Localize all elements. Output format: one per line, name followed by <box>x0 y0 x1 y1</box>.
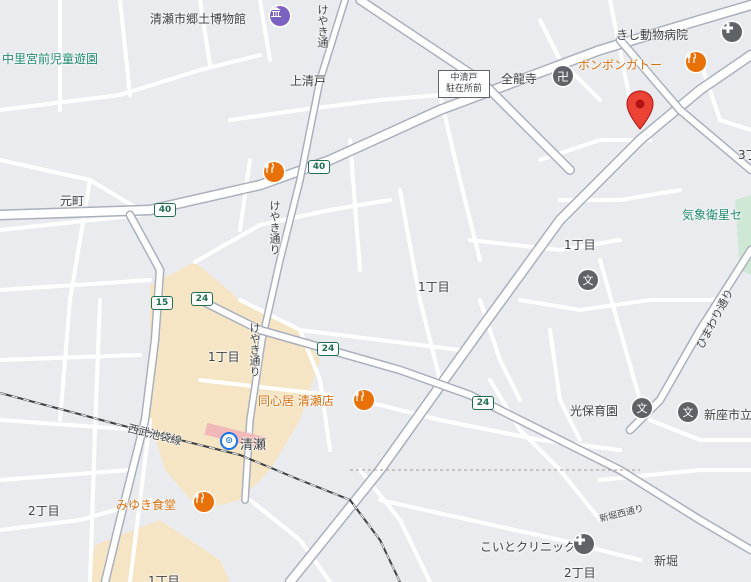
restaurant-label[interactable]: 同心居 清瀬店 <box>258 392 334 409</box>
road-shield-24: 24 <box>191 292 213 306</box>
manji-icon[interactable]: 卍 <box>553 66 573 86</box>
nursery-label[interactable]: 光保育園 <box>570 402 618 419</box>
area-label-shinbori: 新堀 <box>654 554 679 568</box>
road-label-keyaki: けやき通り <box>248 322 261 377</box>
bun-school-icon[interactable]: 文 <box>632 398 652 418</box>
medical-icon[interactable] <box>722 22 742 42</box>
park-label[interactable]: 中里宮前児童遊園 <box>2 50 98 67</box>
area-label-kamikiyoto: 上清戸 <box>290 74 327 88</box>
area-label-1chome: 1丁目 <box>148 574 180 582</box>
road-shield-40: 40 <box>308 160 330 174</box>
weather-center-label[interactable]: 気象衛星セ <box>682 206 742 223</box>
map-canvas[interactable]: 40 40 15 24 24 24 清瀬市郷土博物館 中里宮前児童遊園 上清戸 … <box>0 0 751 582</box>
museum-label[interactable]: 清瀬市郷土博物館 <box>150 10 246 27</box>
bun-school-icon[interactable]: 文 <box>678 402 698 422</box>
clinic-label[interactable]: こいとクリニック <box>480 538 576 555</box>
road-shield-24: 24 <box>317 342 339 356</box>
area-label-3chome: 3丁 <box>738 148 751 162</box>
road-label-keyaki: けやき通り <box>268 200 281 255</box>
museum-icon[interactable] <box>270 6 290 26</box>
road-label-keyaki: けやき通 <box>316 4 329 48</box>
police-box-label[interactable]: 中清戸 駐在所前 <box>438 70 490 98</box>
station-icon[interactable]: ⊙ <box>220 432 238 450</box>
fork-knife-icon[interactable] <box>354 390 374 410</box>
vet-label[interactable]: きし動物病院 <box>616 26 688 43</box>
area-label-1chome: 1丁目 <box>564 238 596 252</box>
area-label-1chome: 1丁目 <box>208 350 240 364</box>
cafe-label[interactable]: ボンボンガトー <box>578 56 662 73</box>
fork-knife-icon[interactable] <box>264 162 284 182</box>
road-shield-24: 24 <box>472 396 494 410</box>
road-shield-15: 15 <box>151 296 173 310</box>
school-label[interactable]: 新座市立 <box>704 406 751 423</box>
area-label-2chome: 2丁目 <box>28 504 60 518</box>
area-label-1chome: 1丁目 <box>418 280 450 294</box>
map-roads <box>0 0 751 582</box>
temple-label[interactable]: 全龍寺 <box>501 70 537 87</box>
station-label[interactable]: 清瀬 <box>240 434 266 453</box>
medical-icon[interactable] <box>574 534 594 554</box>
bun-school-icon[interactable]: 文 <box>578 270 598 290</box>
area-label-2chome: 2丁目 <box>564 566 596 580</box>
road-shield-40: 40 <box>154 203 176 217</box>
fork-knife-icon[interactable] <box>194 492 214 512</box>
restaurant-label[interactable]: みゆき食堂 <box>116 496 176 513</box>
fork-knife-icon[interactable] <box>686 52 706 72</box>
area-label-motomachi: 元町 <box>60 194 85 208</box>
